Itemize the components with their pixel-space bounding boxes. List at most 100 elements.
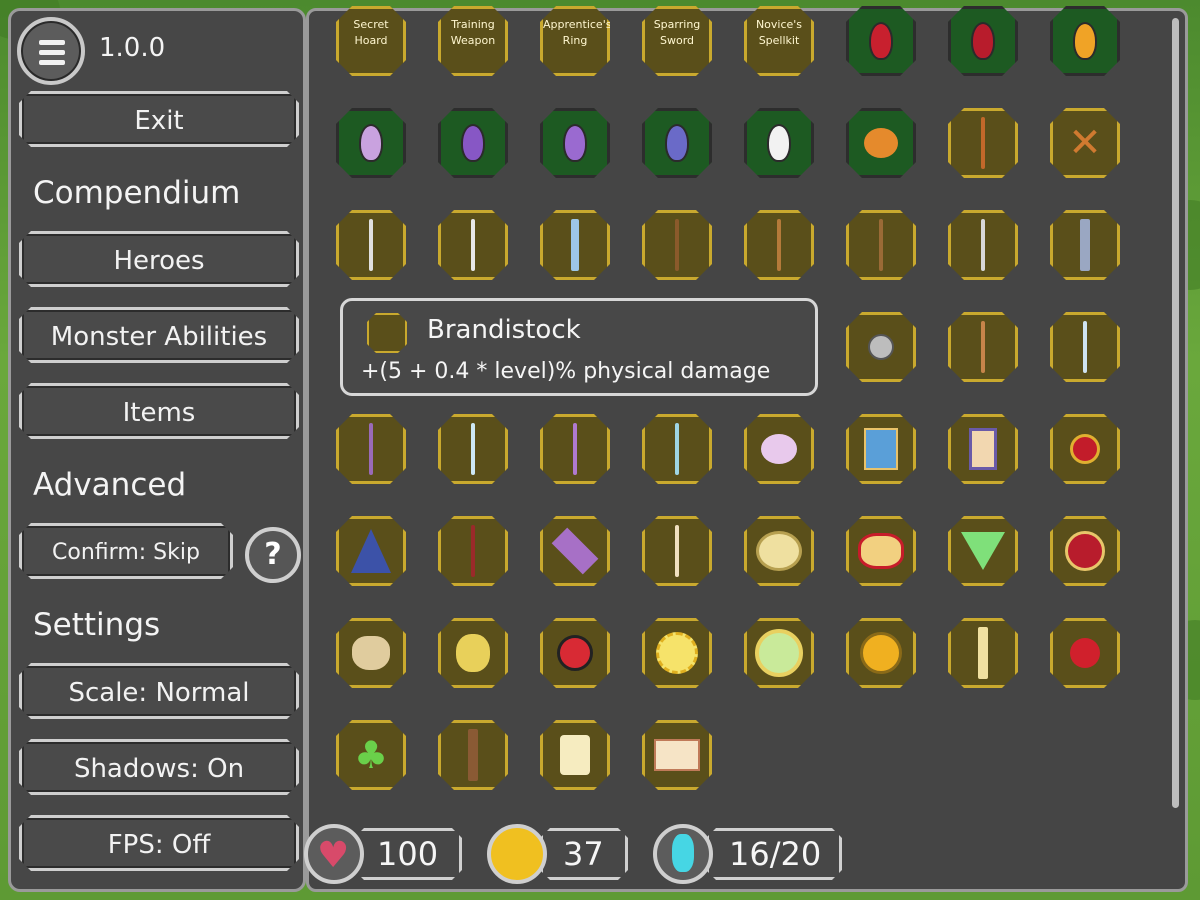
- gold-orb-icon: [860, 632, 902, 674]
- item-slot[interactable]: [744, 618, 814, 688]
- spear-icon: [1083, 321, 1087, 373]
- staff-icon: [471, 423, 475, 475]
- item-slot[interactable]: [540, 516, 610, 586]
- item-slot[interactable]: [744, 414, 814, 484]
- item-slot[interactable]: [1050, 6, 1120, 76]
- scrollbar[interactable]: [1172, 18, 1179, 808]
- menu-button[interactable]: [17, 17, 85, 85]
- person-icon: [653, 824, 713, 884]
- scroll-icon: [560, 735, 590, 775]
- item-slot[interactable]: [540, 414, 610, 484]
- item-slot[interactable]: [948, 312, 1018, 382]
- item-slot[interactable]: [948, 618, 1018, 688]
- clover-icon: ♣: [353, 733, 389, 777]
- spear-icon: [981, 219, 985, 271]
- compendium-heading: Compendium: [33, 175, 241, 211]
- scepter-icon: [981, 321, 985, 373]
- flail-icon: [868, 334, 894, 360]
- item-slot[interactable]: [846, 6, 916, 76]
- confirm-skip-button[interactable]: Confirm: Skip: [19, 523, 233, 579]
- item-slot[interactable]: [642, 414, 712, 484]
- staff-icon: [369, 423, 373, 475]
- shadows-button[interactable]: Shadows: On: [19, 739, 299, 795]
- item-slot[interactable]: [336, 210, 406, 280]
- fps-button[interactable]: FPS: Off: [19, 815, 299, 871]
- tooltip-item-name: Brandistock: [427, 315, 581, 345]
- trident-icon: [777, 219, 781, 271]
- brandistock-icon: [367, 313, 407, 353]
- item-sparring-sword[interactable]: Sparring Sword: [642, 6, 712, 76]
- monster-abilities-button[interactable]: Monster Abilities: [19, 307, 299, 363]
- settings-sidebar: 1.0.0 Exit Compendium Heroes Monster Abi…: [8, 8, 306, 892]
- advanced-heading: Advanced: [33, 467, 187, 503]
- item-slot[interactable]: [540, 720, 610, 790]
- ring-icon: [756, 531, 802, 571]
- item-slot[interactable]: [642, 210, 712, 280]
- item-slot[interactable]: [642, 108, 712, 178]
- loot-bag-icon: [352, 636, 390, 670]
- item-label: Training Weapon: [450, 18, 496, 47]
- heroes-button[interactable]: Heroes: [19, 231, 299, 287]
- items-button[interactable]: Items: [19, 383, 299, 439]
- item-slot[interactable]: [1050, 516, 1120, 586]
- item-slot[interactable]: [1050, 618, 1120, 688]
- item-slot[interactable]: [438, 210, 508, 280]
- settings-heading: Settings: [33, 607, 161, 643]
- version-label: 1.0.0: [99, 33, 166, 63]
- green-ring-icon: [755, 629, 803, 677]
- amulet-icon: [1070, 434, 1100, 464]
- item-slot[interactable]: [540, 108, 610, 178]
- item-slot[interactable]: [336, 108, 406, 178]
- item-slot[interactable]: ✕: [1050, 108, 1120, 178]
- item-slot[interactable]: ♣: [336, 720, 406, 790]
- red-potion-icon: [971, 22, 995, 60]
- item-secret-hoard[interactable]: Secret Hoard: [336, 6, 406, 76]
- item-slot[interactable]: [438, 720, 508, 790]
- item-label: Sparring Sword: [653, 18, 701, 47]
- item-slot[interactable]: [438, 108, 508, 178]
- item-slot[interactable]: [846, 618, 916, 688]
- item-novices-spellkit[interactable]: Novice's Spellkit: [744, 6, 814, 76]
- item-slot[interactable]: [540, 618, 610, 688]
- item-slot[interactable]: [642, 720, 712, 790]
- exit-button[interactable]: Exit: [19, 91, 299, 147]
- item-slot[interactable]: [642, 516, 712, 586]
- feather-staff-icon: [675, 423, 679, 475]
- pink-potion-icon: [359, 124, 383, 162]
- scale-button[interactable]: Scale: Normal: [19, 663, 299, 719]
- item-slot[interactable]: [948, 108, 1018, 178]
- purple-potion-icon: [563, 124, 587, 162]
- item-slot[interactable]: [948, 210, 1018, 280]
- dagger-icon: [1080, 219, 1090, 271]
- item-slot[interactable]: [846, 516, 916, 586]
- sword-icon: [981, 117, 985, 169]
- item-slot[interactable]: [1050, 210, 1120, 280]
- item-slot[interactable]: [336, 618, 406, 688]
- item-slot[interactable]: [846, 414, 916, 484]
- help-button[interactable]: ?: [245, 527, 301, 583]
- item-slot[interactable]: [846, 210, 916, 280]
- item-slot[interactable]: [948, 516, 1018, 586]
- item-apprentices-ring[interactable]: Apprentice's Ring: [540, 6, 610, 76]
- item-slot[interactable]: [846, 312, 916, 382]
- item-slot[interactable]: [744, 108, 814, 178]
- item-slot[interactable]: [1050, 414, 1120, 484]
- item-slot[interactable]: [948, 414, 1018, 484]
- item-slot[interactable]: [744, 210, 814, 280]
- item-slot[interactable]: [744, 516, 814, 586]
- item-slot[interactable]: [846, 108, 916, 178]
- item-slot[interactable]: [438, 516, 508, 586]
- item-label: Apprentice's Ring: [543, 18, 612, 47]
- item-slot[interactable]: [336, 516, 406, 586]
- item-slot[interactable]: [540, 210, 610, 280]
- yellow-potion-icon: [1073, 22, 1097, 60]
- item-training-weapon[interactable]: Training Weapon: [438, 6, 508, 76]
- item-slot[interactable]: [948, 6, 1018, 76]
- item-slot[interactable]: [336, 414, 406, 484]
- item-slot[interactable]: [642, 618, 712, 688]
- gold-value: 37: [540, 828, 628, 880]
- item-slot[interactable]: [438, 618, 508, 688]
- wizard-hat-icon: [351, 529, 391, 573]
- item-slot[interactable]: [438, 414, 508, 484]
- item-slot[interactable]: [1050, 312, 1120, 382]
